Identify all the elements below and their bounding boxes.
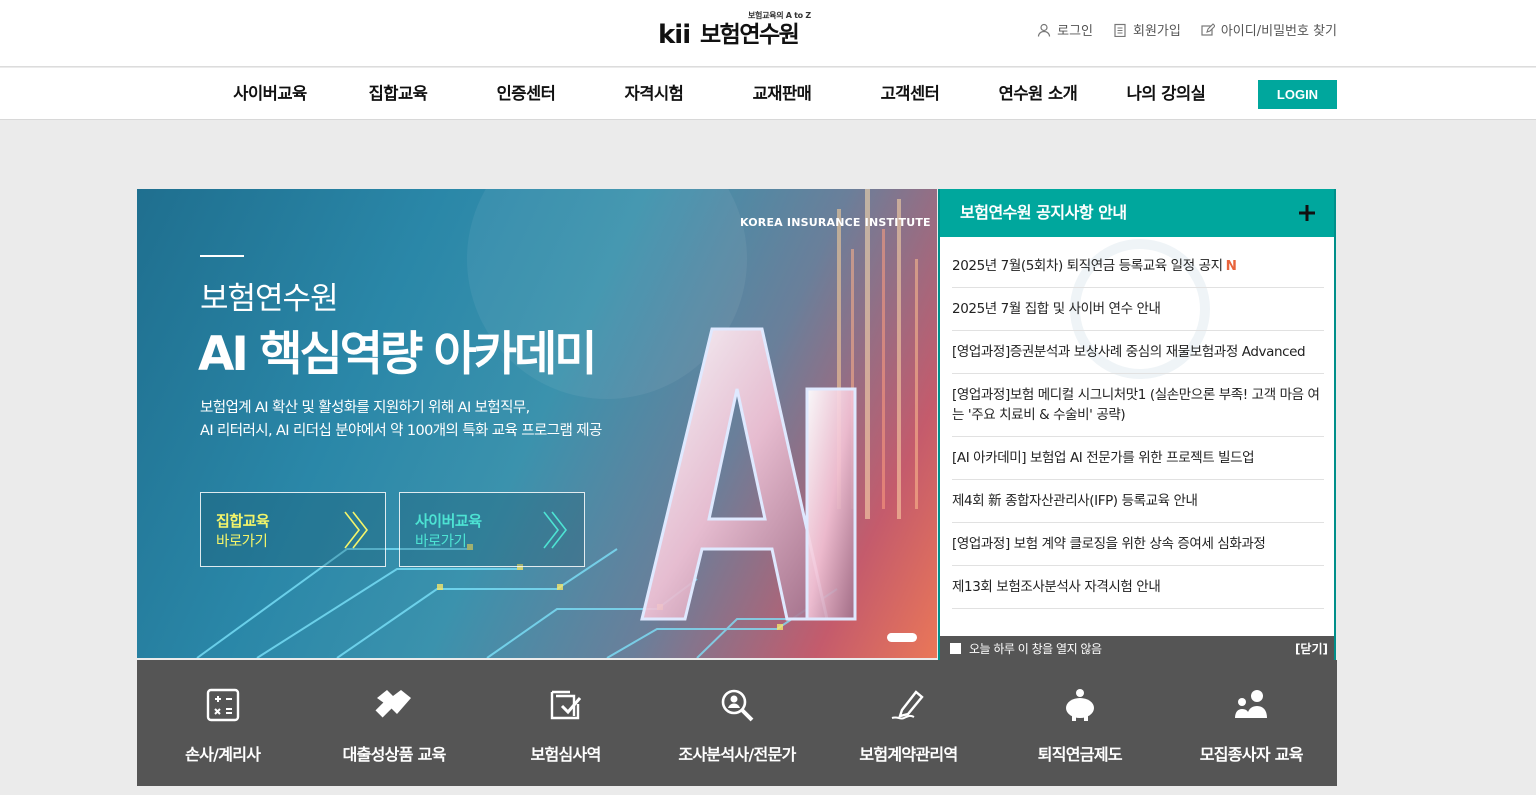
login-link-label: 로그인 [1057,24,1093,39]
quick-item-loan[interactable]: 대출성상품 교육 [308,660,479,786]
user-icon [1038,23,1051,37]
quick-item-pension[interactable]: 퇴직연금제도 [994,660,1165,786]
find-account-link[interactable]: 아이디/비밀번호 찾기 [1201,20,1337,39]
dont-show-today-label[interactable]: 오늘 하루 이 창을 열지 않음 [969,636,1102,662]
group-education-button[interactable]: 집합교육 바로가기 [200,492,386,567]
dont-show-today-checkbox[interactable] [950,643,961,654]
signup-link-label: 회원가입 [1133,24,1181,39]
quick-item-label: 조사분석사/전문가 [678,745,796,764]
utility-menu: 로그인 회원가입 아이디/비밀번호 찾기 [1037,20,1337,39]
quick-item-investigator[interactable]: 조사분석사/전문가 [651,660,822,786]
signup-link[interactable]: 회원가입 [1113,20,1181,39]
nav-item-certification[interactable]: 인증센터 [462,68,590,120]
edit-icon [1201,22,1215,36]
people-icon [1235,690,1268,718]
group-education-button-title: 집합교육 [216,512,270,530]
banner-accent-line [200,255,244,257]
main-nav: 사이버교육 집합교육 인증센터 자격시험 교재판매 고객센터 연수원 소개 나의… [0,68,1536,120]
site-logo[interactable]: 보험교육의 A to Z kii 보험연수원 [658,10,818,48]
cyber-education-button-sub: 바로가기 [415,534,467,550]
quick-item-label: 손사/계리사 [185,745,261,764]
logo-name: 보험연수원 [700,22,800,48]
top-header: 보험교육의 A to Z kii 보험연수원 로그인 회원가입 아이디/비밀번호… [0,0,1536,67]
notice-item[interactable]: [AI 아카데미] 보험업 AI 전문가를 위한 프로젝트 빌드업 [952,437,1324,480]
double-chevron-right-icon [543,511,568,549]
notice-footer: 오늘 하루 이 창을 열지 않음 [닫기] [940,636,1334,662]
quick-item-recruiter[interactable]: 모집종사자 교육 [1166,660,1337,786]
nav-item-group[interactable]: 집합교육 [334,68,462,120]
logo-tagline: 보험교육의 A to Z [748,11,811,20]
quick-item-label: 보험심사역 [530,745,602,764]
notice-item[interactable]: 제13회 보험조사분석사 자격시험 안내 [952,566,1324,609]
banner-desc-line-1: 보험업계 AI 확산 및 활성화를 지원하기 위해 AI 보험직무, [200,400,530,416]
logo-mark: kii [658,20,691,50]
quick-menu: 손사/계리사 대출성상품 교육 보험심사역 조사분석사/전문가 보험계약관리역 … [137,660,1337,786]
notice-header: 보험연수원 공지사항 안내 [940,189,1334,237]
notice-close-button[interactable]: [닫기] [1295,636,1328,662]
nav-item-cyber[interactable]: 사이버교육 [206,68,334,120]
notice-item[interactable]: [영업과정] 보험 계약 클로징을 위한 상속 증여세 심화과정 [952,523,1324,566]
nav-item-my-class[interactable]: 나의 강의실 [1102,68,1230,120]
plus-icon[interactable] [1296,202,1318,224]
cyber-education-button[interactable]: 사이버교육 바로가기 [399,492,585,567]
banner-desc-line-2: AI 리터러시, AI 리더십 분야에서 약 100개의 특화 교육 프로그램 … [200,423,602,439]
notice-item[interactable]: [영업과정]증권분석과 보상사례 중심의 재물보험과정 Advanced [952,331,1324,374]
pen-sign-icon [892,690,925,720]
piggy-bank-icon [1065,689,1094,721]
quick-item-label: 대출성상품 교육 [342,745,447,764]
banner-subtitle: 보험연수원 [200,281,339,317]
quick-item-actuary[interactable]: 손사/계리사 [137,660,308,786]
magnifier-person-icon [721,689,754,722]
clipboard-icon [1114,23,1126,37]
notice-item[interactable]: 제4회 新 종합자산관리사(IFP) 등록교육 안내 [952,480,1324,523]
handshake-icon [375,690,412,718]
banner-title: AI 핵심역량 아카데미 [198,327,598,382]
quick-item-label: 퇴직연금제도 [1037,745,1123,764]
quick-item-contract[interactable]: 보험계약관리역 [823,660,994,786]
nav-item-about[interactable]: 연수원 소개 [974,68,1102,120]
group-education-button-sub: 바로가기 [216,534,268,550]
new-badge: N [1225,258,1237,274]
banner-description: 보험업계 AI 확산 및 활성화를 지원하기 위해 AI 보험직무, AI 리터… [200,397,602,443]
nav-item-books[interactable]: 교재판매 [718,68,846,120]
notice-item[interactable]: 2025년 7월(5회차) 퇴직연금 등록교육 일정 공지 N [952,245,1324,288]
notice-title: 보험연수원 공지사항 안내 [960,203,1127,222]
notice-list: 2025년 7월(5회차) 퇴직연금 등록교육 일정 공지 N 2025년 7월 … [952,245,1324,609]
quick-item-underwriter[interactable]: 보험심사역 [480,660,651,786]
quick-item-label: 모집종사자 교육 [1199,745,1304,764]
notice-popup: 보험연수원 공지사항 안내 2025년 7월(5회차) 퇴직연금 등록교육 일정… [938,189,1336,664]
notice-item[interactable]: 2025년 7월 집합 및 사이버 연수 안내 [952,288,1324,331]
notice-item[interactable]: [영업과정]보험 메디컬 시그니처맛1 (실손만으론 부족! 고객 마음 여는 … [952,374,1324,437]
checklist-icon [550,690,581,720]
hero-banner[interactable]: KOREA INSURANCE INSTITUTE 보험연수원 AI 핵심역량 … [137,189,937,658]
find-account-link-label: 아이디/비밀번호 찾기 [1220,24,1337,39]
login-button[interactable]: LOGIN [1258,80,1337,109]
nav-item-support[interactable]: 고객센터 [846,68,974,120]
login-link[interactable]: 로그인 [1037,20,1093,39]
double-chevron-right-icon [344,511,369,549]
institute-label: KOREA INSURANCE INSTITUTE [740,216,931,229]
quick-item-label: 보험계약관리역 [859,745,958,764]
cyber-education-button-title: 사이버교육 [415,512,482,530]
nav-item-exam[interactable]: 자격시험 [590,68,718,120]
slide-indicator[interactable] [887,633,917,642]
calculator-icon [206,688,239,722]
